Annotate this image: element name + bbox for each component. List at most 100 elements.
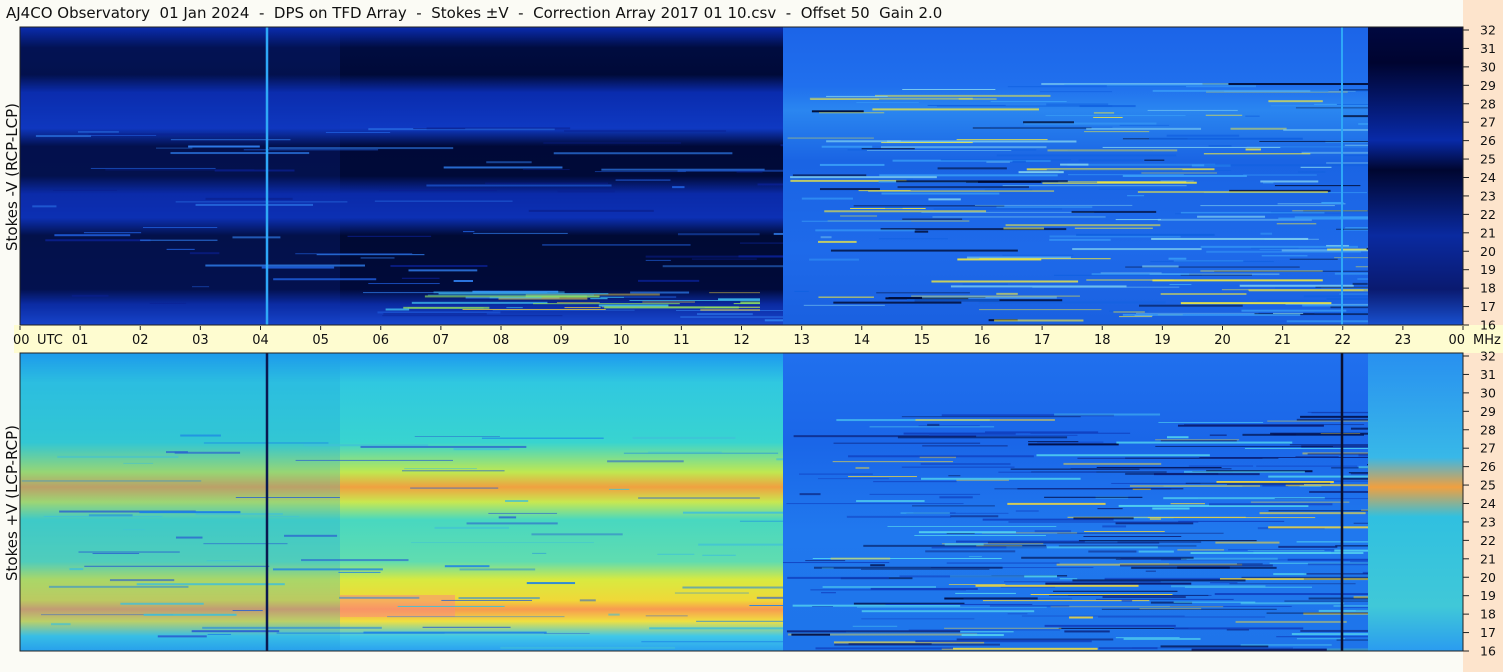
spectral-streak [1166, 134, 1240, 137]
spectral-streak [1190, 552, 1364, 555]
spectral-streak [1358, 466, 1368, 469]
spectral-streak [798, 178, 914, 180]
spectral-streak [422, 626, 511, 628]
spectral-streak [444, 565, 490, 568]
spectral-streak [1259, 512, 1366, 515]
spectral-streak [1073, 517, 1134, 520]
spectral-streak [1097, 508, 1123, 510]
spectral-streak [1053, 590, 1178, 592]
spectral-streak [261, 266, 335, 269]
spectral-streak [1261, 255, 1308, 257]
y-tick-label: 20 [1480, 570, 1496, 585]
spectral-streak [1334, 272, 1368, 275]
spectral-streak [594, 171, 686, 173]
spectral-streak [914, 535, 1046, 537]
spectral-streak [1353, 522, 1368, 524]
spectral-streak [522, 169, 570, 171]
spectral-streak [486, 161, 532, 164]
spectral-streak [500, 646, 676, 649]
spectral-streak [682, 586, 783, 589]
spectral-streak [232, 610, 263, 612]
spectral-streak [69, 568, 84, 571]
spectral-streak [202, 626, 382, 629]
spectral-streak [1003, 227, 1045, 230]
spectral-streak [1012, 160, 1026, 163]
spectral-streak [21, 480, 202, 482]
spectral-streak [1307, 563, 1368, 566]
spectral-streak [873, 481, 957, 483]
spectral-streak [1018, 171, 1064, 174]
spectral-streak [175, 201, 348, 203]
spectral-streak [1160, 440, 1237, 442]
spectral-streak [604, 306, 739, 309]
spectral-streak [189, 252, 220, 255]
spectral-streak [1310, 90, 1368, 92]
spectral-streak [1078, 540, 1257, 542]
x-tick-label: 09 [553, 333, 570, 348]
spectral-streak [832, 461, 954, 463]
spectral-streak [1307, 453, 1368, 455]
spectral-streak [1308, 597, 1368, 600]
spectral-streak [166, 248, 195, 250]
spectral-streak [83, 232, 142, 234]
y-tick-label: 25 [1480, 152, 1496, 167]
spectral-streak [819, 188, 880, 191]
spectral-streak [1152, 279, 1323, 282]
spectral-streak [1284, 600, 1368, 602]
spectral-streak [657, 553, 695, 555]
spectral-streak [1242, 433, 1364, 436]
spectral-streak [214, 169, 295, 172]
spectral-streak [180, 434, 221, 437]
spectral-streak [143, 613, 237, 616]
spectral-streak [1088, 550, 1137, 553]
spectral-streak [870, 564, 885, 567]
spectral-streak [939, 496, 973, 499]
spectral-streak [1245, 148, 1261, 151]
spectral-streak [861, 610, 1035, 613]
spectral-streak [149, 302, 187, 304]
spectral-streak [123, 462, 154, 464]
spectral-streak [142, 227, 218, 229]
spectral-streak [462, 308, 606, 310]
spectral-streak [1350, 427, 1368, 430]
spectral-streak [1268, 510, 1368, 512]
spectral-streak [833, 301, 962, 304]
spectral-streak [632, 436, 736, 439]
spectral-streak [815, 229, 916, 232]
spectral-streak [45, 239, 151, 242]
y-tick-label: 19 [1480, 588, 1496, 603]
spectral-streak [682, 511, 783, 514]
spectral-streak [998, 471, 1097, 473]
y-tick-label: 20 [1480, 244, 1496, 259]
spectral-streak [532, 552, 547, 554]
spectral-streak [1115, 219, 1162, 221]
spectral-streak [1021, 615, 1185, 617]
spectral-streak [175, 536, 203, 539]
x-tick-label: 08 [493, 333, 510, 348]
spectral-streak [1064, 630, 1110, 633]
y-tick-label: 22 [1480, 533, 1496, 548]
x-tick-label: 14 [853, 333, 870, 348]
spectral-streak [931, 546, 1047, 549]
spectral-streak [902, 89, 996, 91]
spectral-streak [1086, 127, 1202, 130]
spectral-streak [787, 137, 874, 139]
y-tick-label: 30 [1480, 385, 1496, 400]
spectral-streak [830, 249, 1018, 252]
spectral-streak [739, 520, 783, 522]
spectral-streak [956, 479, 1009, 481]
y-tick-label: 18 [1480, 607, 1496, 622]
spectral-streak [691, 258, 757, 260]
spectral-streak [950, 515, 999, 518]
y-tick-label: 28 [1480, 96, 1496, 111]
spectral-streak [1045, 582, 1192, 585]
spectral-streak [819, 112, 885, 114]
spectral-streak [1285, 303, 1368, 305]
spectral-streak [776, 458, 783, 461]
spectral-streak [1072, 579, 1246, 582]
spectral-streak [88, 514, 133, 517]
spectral-streak [1292, 210, 1368, 212]
top-panel-spectrogram [20, 27, 1463, 325]
spectral-streak [1267, 420, 1368, 422]
spectral-streak [1141, 172, 1218, 174]
